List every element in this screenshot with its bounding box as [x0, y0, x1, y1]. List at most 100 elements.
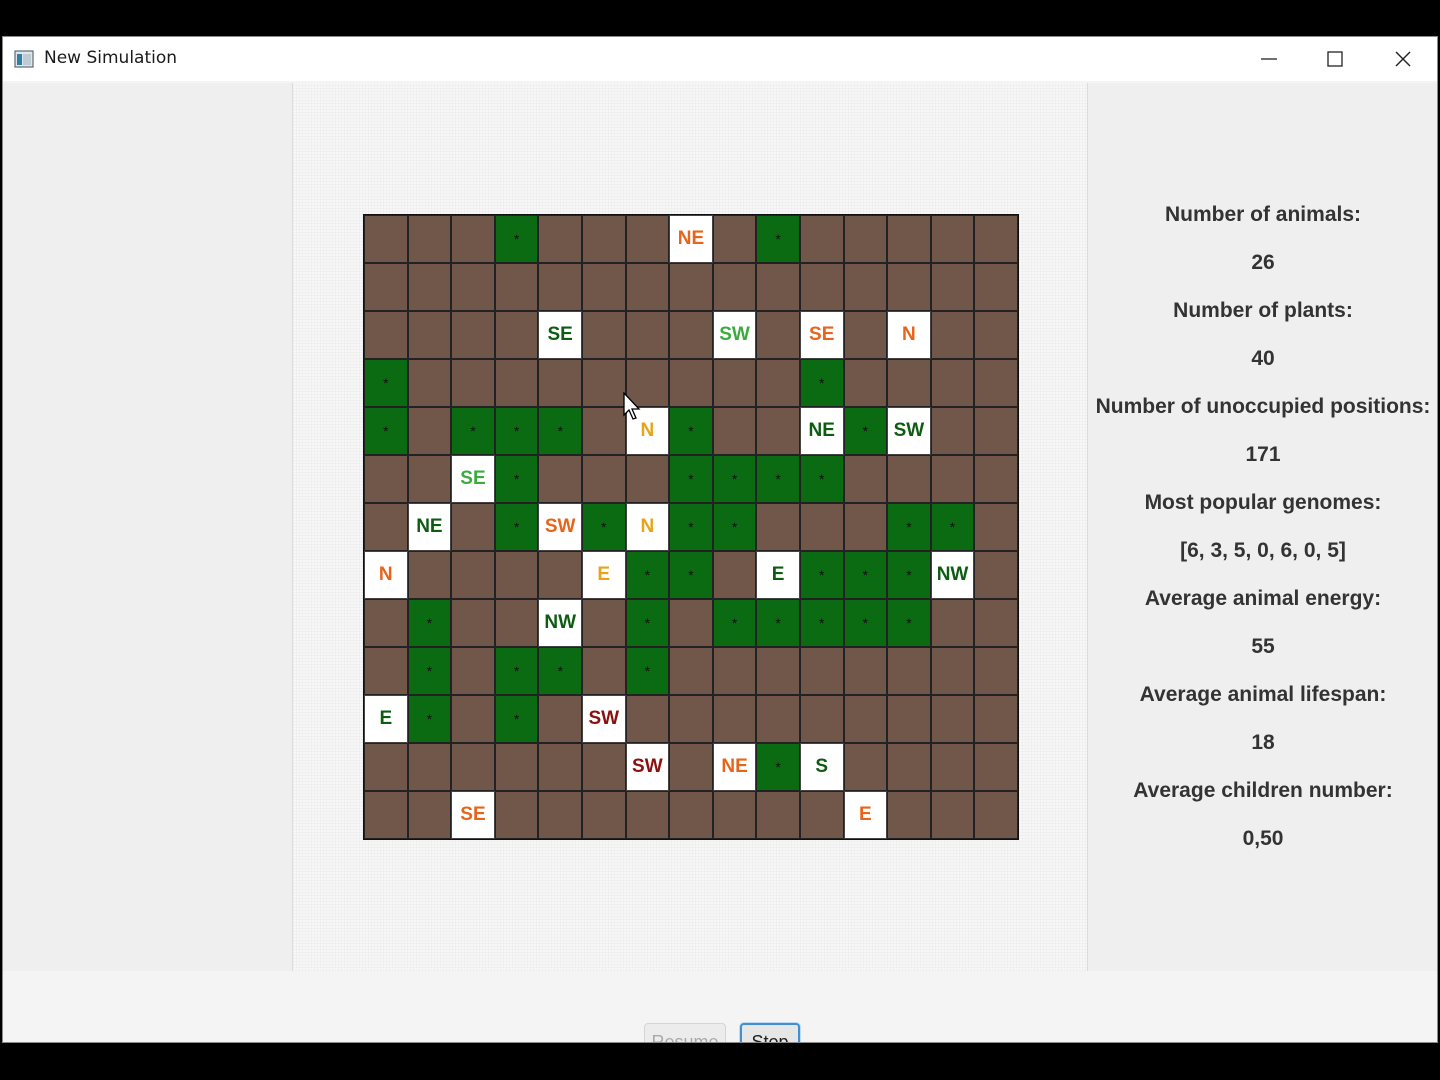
empty-cell — [843, 311, 888, 359]
plant-cell: * — [930, 503, 975, 551]
animal-direction-label: NW — [936, 564, 969, 585]
stat-label: Number of plants: — [1173, 299, 1353, 322]
map-panel: * NE * SE SW SE N * * * * * * N * NE * SW SE * * * * * NE * SW * N * *… — [293, 83, 1087, 971]
plant-cell: * — [756, 743, 800, 791]
stat-value: 55 — [1251, 635, 1275, 658]
plant-cell: * — [494, 215, 539, 263]
plant-cell: * — [625, 551, 670, 599]
empty-cell — [843, 359, 888, 407]
animal-cell: E — [756, 551, 800, 599]
animal-direction-label: N — [902, 324, 916, 345]
maximize-button[interactable] — [1302, 37, 1368, 81]
statistics-panel: Number of animals: 26 Number of plants: 40 N… — [1087, 83, 1437, 971]
empty-cell — [364, 599, 408, 647]
minimize-button[interactable] — [1236, 37, 1302, 81]
animal-direction-label: NW — [544, 612, 576, 633]
empty-cell — [712, 359, 757, 407]
empty-cell — [581, 359, 626, 407]
empty-cell — [974, 455, 1018, 503]
stat-value: 18 — [1251, 731, 1275, 754]
empty-cell — [799, 215, 844, 263]
stop-button[interactable]: Stop — [740, 1023, 800, 1042]
empty-cell — [974, 503, 1018, 551]
empty-cell — [538, 455, 582, 503]
stat-label: Number of animals: — [1164, 203, 1362, 226]
empty-cell — [843, 743, 888, 791]
plant-cell: * — [887, 551, 931, 599]
empty-cell — [538, 263, 582, 311]
empty-cell — [407, 791, 452, 839]
empty-cell — [364, 263, 408, 311]
empty-cell — [494, 743, 539, 791]
empty-cell — [364, 503, 408, 551]
empty-cell — [538, 791, 582, 839]
animal-cell: SW — [887, 407, 931, 455]
plant-cell: * — [712, 455, 757, 503]
empty-cell — [364, 791, 408, 839]
empty-cell — [407, 359, 452, 407]
empty-cell — [712, 695, 757, 743]
animal-direction-label: SW — [588, 708, 620, 729]
animal-direction-label: N — [640, 516, 655, 537]
empty-cell — [712, 215, 757, 263]
stat-label: Average children number: — [1133, 779, 1393, 802]
animal-direction-label: SW — [719, 324, 750, 345]
empty-cell — [364, 455, 408, 503]
plant-cell: * — [712, 599, 757, 647]
mouse-pointer-icon — [623, 392, 641, 420]
empty-cell — [407, 743, 452, 791]
plant-cell: * — [451, 407, 495, 455]
stat-value: 26 — [1251, 251, 1275, 274]
stat-label: Average animal energy: — [1144, 587, 1382, 610]
empty-cell — [887, 791, 931, 839]
animal-cell: E — [581, 551, 626, 599]
simulation-window: New Simulation * NE * SE SW SE N * * * * * * N * NE * SW S… — [2, 36, 1438, 1043]
plant-cell: * — [538, 647, 582, 695]
empty-cell — [712, 263, 757, 311]
empty-cell — [494, 599, 539, 647]
window-title: New Simulation — [44, 48, 178, 68]
resume-button[interactable]: Resume — [644, 1023, 726, 1042]
empty-cell — [494, 359, 539, 407]
empty-cell — [930, 263, 975, 311]
animal-direction-label: E — [771, 564, 785, 585]
plant-cell: * — [669, 455, 713, 503]
empty-cell — [974, 551, 1018, 599]
empty-cell — [451, 503, 495, 551]
animal-direction-label: N — [378, 564, 393, 585]
close-button[interactable] — [1370, 37, 1436, 81]
animal-cell: SW — [581, 695, 626, 743]
empty-cell — [364, 215, 408, 263]
stat-value: 171 — [1245, 443, 1281, 466]
animal-cell: N — [887, 311, 931, 359]
plant-cell: * — [799, 599, 844, 647]
title-bar[interactable]: New Simulation — [3, 37, 1437, 81]
animal-cell: SE — [451, 455, 495, 503]
empty-cell — [538, 359, 582, 407]
animal-cell: NW — [538, 599, 582, 647]
empty-cell — [625, 695, 670, 743]
empty-cell — [407, 311, 452, 359]
maximize-icon — [1327, 51, 1343, 67]
minimize-icon — [1261, 58, 1277, 60]
empty-cell — [451, 647, 495, 695]
empty-cell — [930, 215, 975, 263]
plant-cell: * — [887, 503, 931, 551]
plant-cell: * — [494, 695, 539, 743]
empty-cell — [407, 551, 452, 599]
empty-cell — [407, 455, 452, 503]
empty-cell — [930, 359, 975, 407]
empty-cell — [407, 263, 452, 311]
animal-cell: NE — [712, 743, 757, 791]
empty-cell — [930, 791, 975, 839]
animal-direction-label: NE — [721, 756, 748, 777]
empty-cell — [625, 455, 670, 503]
plant-cell: * — [843, 551, 888, 599]
stat-value: 0,50 — [1242, 827, 1284, 850]
simulation-map: * NE * SE SW SE N * * * * * * N * NE * SW SE * * * * * NE * SW * N * *… — [363, 214, 1019, 840]
empty-cell — [581, 599, 626, 647]
animal-cell: SE — [799, 311, 844, 359]
animal-cell: E — [364, 695, 408, 743]
animal-cell: S — [799, 743, 844, 791]
empty-cell — [974, 647, 1018, 695]
